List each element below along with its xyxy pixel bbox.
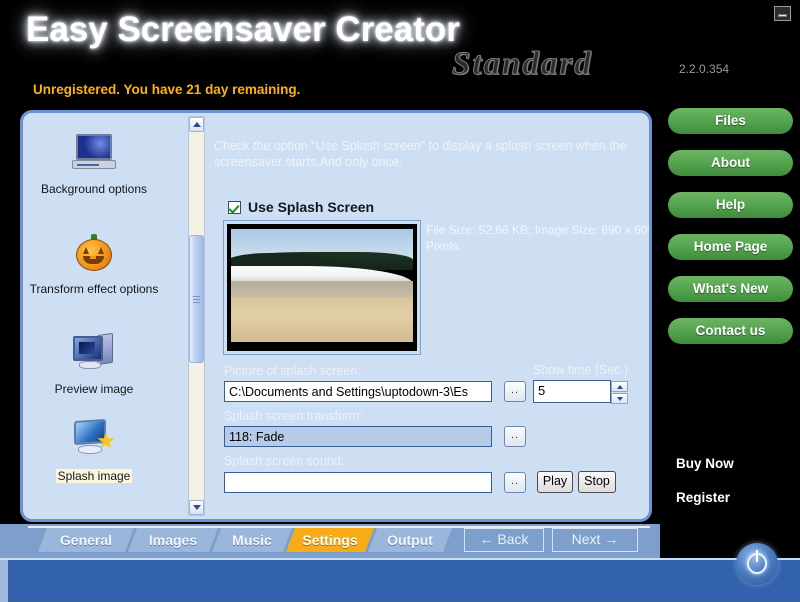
nav-button-whats-new[interactable]: What's New — [668, 276, 793, 302]
splash-monitor-star-icon — [26, 418, 162, 464]
version-label: 2.2.0.354 — [679, 62, 730, 76]
show-time-label: Show time (Sec.) — [533, 363, 629, 377]
preview-monitor-icon — [26, 332, 162, 377]
tab-music[interactable]: Music — [212, 528, 292, 552]
sidebar-item-transform-effect-options[interactable]: Transform effect options — [26, 234, 162, 298]
instruction-text: Check the option "Use Splash screen" to … — [214, 139, 627, 169]
splash-preview-frame — [224, 221, 420, 354]
checkbox-icon[interactable] — [228, 200, 241, 214]
nav-button-help[interactable]: Help — [668, 192, 793, 218]
scrollbar-thumb[interactable] — [189, 235, 204, 363]
options-icon-list: Background options Transform effect opti… — [26, 116, 162, 516]
sidebar-item-preview-image[interactable]: Preview image — [26, 332, 162, 398]
minimize-button[interactable] — [774, 6, 791, 21]
footer-left-edge — [0, 560, 8, 602]
footer-bar — [0, 558, 800, 602]
nav-button-files[interactable]: Files — [668, 108, 793, 134]
tab-general[interactable]: General — [38, 528, 134, 552]
spin-down-button[interactable] — [611, 393, 628, 404]
tab-settings[interactable]: Settings — [286, 528, 374, 552]
edition-label: Standard — [452, 46, 593, 83]
play-button[interactable]: Play — [537, 471, 573, 493]
splash-preview-image — [231, 229, 413, 342]
title-header: Easy Screensaver Creator Standard 2.2.0.… — [0, 0, 800, 108]
tab-images[interactable]: Images — [128, 528, 218, 552]
show-time-spin-buttons[interactable] — [611, 381, 628, 404]
sidebar-item-label: Background options — [40, 182, 148, 196]
minimize-icon — [778, 14, 787, 17]
nav-button-home-page[interactable]: Home Page — [668, 234, 793, 260]
next-button[interactable]: Next → — [552, 528, 638, 552]
nav-button-about[interactable]: About — [668, 150, 793, 176]
unregistered-notice: Unregistered. You have 21 day remaining. — [33, 82, 301, 97]
show-time-stepper[interactable]: 5 — [533, 380, 628, 404]
transform-browse-button[interactable]: .. — [504, 426, 526, 447]
stop-button[interactable]: Stop — [578, 471, 616, 493]
nav-button-contact-us[interactable]: Contact us — [668, 318, 793, 344]
show-time-value: 5 — [538, 383, 546, 398]
app-title: Easy Screensaver Creator — [26, 10, 460, 49]
sidebar-item-splash-image[interactable]: Splash image — [26, 418, 162, 485]
file-info-text: File Size: 52,66 KB; Image Size: 890 x 6… — [426, 223, 652, 253]
picture-field-label: Picture of splash screen: — [224, 364, 361, 378]
sound-field-label: Splash screen sound: — [224, 454, 345, 468]
use-splash-screen-checkbox[interactable]: Use Splash Screen — [228, 199, 374, 215]
splash-settings-content: Check the option "Use Splash screen" to … — [208, 116, 649, 516]
monitor-icon — [26, 134, 162, 177]
chevron-down-icon — [192, 505, 201, 510]
scroll-down-button[interactable] — [189, 500, 204, 515]
transform-field-label: Splash screen transform: — [224, 409, 363, 423]
sidebar-item-label: Splash image — [55, 469, 133, 483]
pumpkin-icon — [26, 234, 162, 277]
scrollbar-grip — [190, 296, 203, 305]
transform-value-input[interactable]: 118: Fade — [224, 426, 492, 447]
sound-browse-button[interactable]: .. — [504, 472, 526, 493]
spin-up-button[interactable] — [611, 381, 628, 392]
back-button[interactable]: ← Back — [464, 528, 544, 552]
register-link[interactable]: Register — [676, 490, 730, 505]
sound-path-input[interactable] — [224, 472, 492, 493]
tab-output[interactable]: Output — [368, 528, 452, 552]
options-scrollbar[interactable] — [188, 116, 205, 516]
picture-path-input[interactable]: C:\Documents and Settings\uptodown-3\Es — [224, 381, 492, 402]
sidebar-item-label: Transform effect options — [29, 282, 159, 296]
panel-right-gutter — [652, 110, 660, 522]
application-window: Easy Screensaver Creator Standard 2.2.0.… — [0, 0, 800, 602]
chevron-up-icon — [616, 385, 623, 389]
settings-panel: Background options Transform effect opti… — [20, 110, 652, 522]
use-splash-screen-label: Use Splash Screen — [248, 199, 375, 215]
chevron-up-icon — [192, 122, 201, 127]
chevron-down-icon — [616, 397, 623, 401]
scroll-up-button[interactable] — [189, 117, 204, 132]
sidebar-item-background-options[interactable]: Background options — [26, 134, 162, 198]
exit-power-button[interactable] — [736, 543, 778, 585]
sidebar-item-label: Preview image — [54, 382, 134, 396]
buy-now-link[interactable]: Buy Now — [676, 456, 734, 471]
picture-browse-button[interactable]: .. — [504, 381, 526, 402]
